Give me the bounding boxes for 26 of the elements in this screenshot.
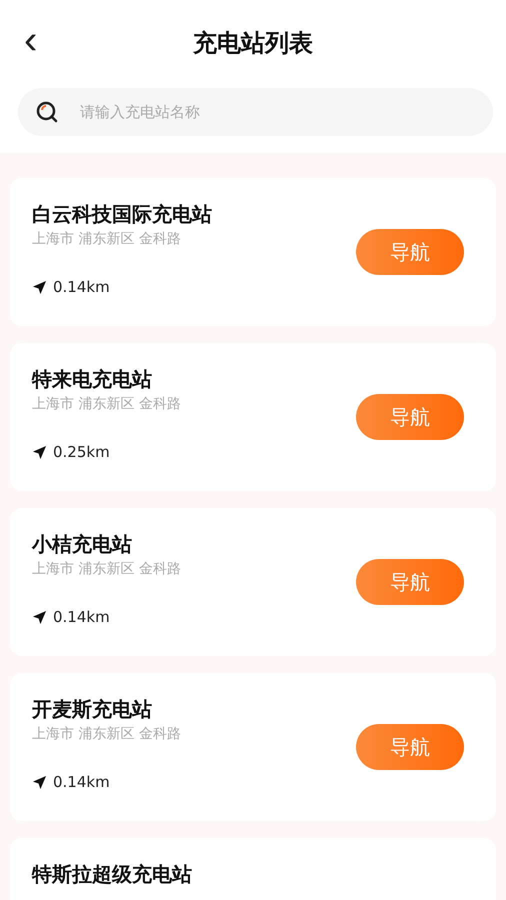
distance-text: 0.14km: [53, 278, 110, 296]
distance-text: 0.14km: [53, 773, 110, 791]
station-address: 上海市 浦东新区 金科路: [32, 230, 182, 248]
page-title: 充电站列表: [193, 28, 313, 59]
back-button[interactable]: ‹: [18, 20, 44, 60]
station-address: 上海市 浦东新区 金科路: [32, 725, 182, 743]
station-name: 特斯拉超级充电站: [32, 861, 193, 888]
station-address: 上海市 浦东新区 金科路: [32, 395, 182, 413]
station-card[interactable]: 小桔充电站 上海市 浦东新区 金科路 0.14km 导航: [10, 508, 496, 656]
station-name: 白云科技国际充电站: [32, 201, 213, 228]
station-name: 特来电充电站: [32, 366, 153, 393]
station-card[interactable]: 开麦斯充电站 上海市 浦东新区 金科路 0.14km 导航: [10, 673, 496, 821]
location-arrow-icon: [32, 610, 47, 624]
location-arrow-icon: [32, 774, 47, 790]
location-arrow-icon: [32, 444, 47, 460]
station-card[interactable]: 白云科技国际充电站 上海市 浦东新区 金科路 0.14km 导航: [10, 178, 496, 326]
search-field[interactable]: 请输入充电站名称: [18, 88, 493, 136]
station-name: 开麦斯充电站: [32, 696, 153, 723]
search-icon: [35, 100, 59, 124]
station-name: 小桔充电站: [32, 531, 133, 558]
distance-text: 0.14km: [53, 608, 110, 626]
location-arrow-icon: [32, 280, 47, 294]
distance-text: 0.25km: [53, 443, 110, 461]
station-card[interactable]: 特来电充电站 上海市 浦东新区 金科路 0.25km 导航: [10, 343, 496, 491]
station-address: 上海市 浦东新区 金科路: [32, 560, 182, 578]
station-card[interactable]: 特斯拉超级充电站: [10, 838, 496, 900]
